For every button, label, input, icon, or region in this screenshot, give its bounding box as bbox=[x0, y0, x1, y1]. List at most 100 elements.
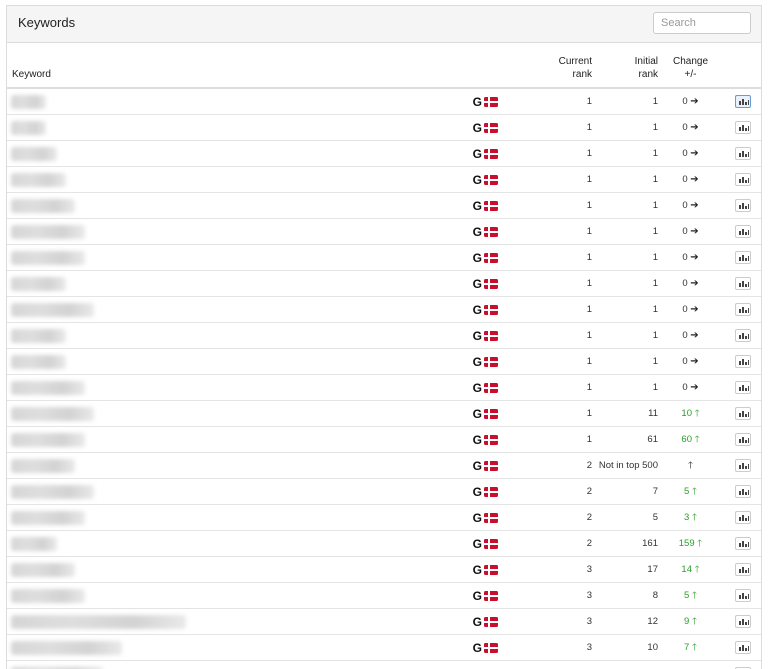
engine-cell: G bbox=[412, 556, 502, 583]
chart-button[interactable] bbox=[735, 433, 751, 446]
chart-button[interactable] bbox=[735, 355, 751, 368]
arrow-up-icon: 🡑 bbox=[691, 485, 697, 497]
chart-button[interactable] bbox=[735, 459, 751, 472]
table-row: G110 ➔ bbox=[7, 192, 761, 219]
chart-button[interactable] bbox=[735, 251, 751, 264]
arrow-up-icon: 🡑 bbox=[694, 563, 700, 575]
table-header-row: Keyword Current rank Initial rank Change +/… bbox=[7, 43, 761, 89]
change-cell: 0 ➔ bbox=[658, 166, 723, 193]
initial-rank-cell: 161 bbox=[592, 530, 658, 557]
chart-button[interactable] bbox=[735, 589, 751, 602]
chart-button[interactable] bbox=[735, 511, 751, 524]
current-rank-cell: 1 bbox=[502, 348, 592, 375]
denmark-flag-icon bbox=[484, 278, 498, 289]
keyword-text-redacted bbox=[11, 406, 94, 421]
denmark-flag-icon bbox=[484, 252, 498, 263]
arrow-up-icon: 🡑 bbox=[691, 589, 697, 601]
chart-button[interactable] bbox=[735, 407, 751, 420]
arrow-up-icon: 🡑 bbox=[688, 459, 693, 471]
denmark-flag-icon bbox=[484, 564, 498, 575]
keyword-text-redacted bbox=[11, 94, 46, 109]
chart-cell bbox=[723, 426, 761, 453]
arrow-right-icon: ➔ bbox=[690, 174, 699, 185]
change-cell: 10 🡑 bbox=[658, 400, 723, 427]
chart-button[interactable] bbox=[735, 615, 751, 628]
denmark-flag-icon bbox=[484, 96, 498, 107]
keyword-text-redacted bbox=[11, 588, 85, 603]
denmark-flag-icon bbox=[484, 642, 498, 653]
table-row: G275 🡑 bbox=[7, 478, 761, 505]
engine-cell: G bbox=[412, 244, 502, 271]
column-header-initial-rank[interactable]: Initial rank bbox=[592, 43, 658, 89]
table-row: G352 🡑 bbox=[7, 660, 761, 669]
engine-cell: G bbox=[412, 400, 502, 427]
chart-button[interactable] bbox=[735, 173, 751, 186]
keyword-cell bbox=[7, 374, 412, 401]
change-cell: 0 ➔ bbox=[658, 88, 723, 115]
change-value: 7 bbox=[684, 641, 690, 653]
current-rank-cell: 2 bbox=[502, 478, 592, 505]
google-g-icon: G bbox=[472, 172, 482, 187]
current-rank-cell: 2 bbox=[502, 504, 592, 531]
google-g-icon: G bbox=[472, 640, 482, 655]
initial-rank-cell: 61 bbox=[592, 426, 658, 453]
chart-button[interactable] bbox=[735, 485, 751, 498]
change-value: 0 bbox=[682, 330, 688, 341]
chart-button[interactable] bbox=[735, 563, 751, 576]
change-cell: 0 ➔ bbox=[658, 192, 723, 219]
chart-button[interactable] bbox=[735, 381, 751, 394]
initial-rank-cell: Not in top 500 bbox=[592, 452, 658, 479]
chart-cell bbox=[723, 582, 761, 609]
table-row: G110 ➔ bbox=[7, 114, 761, 141]
chart-button[interactable] bbox=[735, 147, 751, 160]
change-cell: 60 🡑 bbox=[658, 426, 723, 453]
engine-cell: G bbox=[412, 452, 502, 479]
change-value: 14 bbox=[681, 563, 692, 575]
current-rank-cell: 1 bbox=[586, 96, 592, 107]
denmark-flag-icon bbox=[484, 174, 498, 185]
change-cell: 9 🡑 bbox=[658, 608, 723, 635]
google-g-icon: G bbox=[472, 354, 482, 369]
current-rank-cell: 2 bbox=[502, 452, 592, 479]
chart-cell bbox=[723, 400, 761, 427]
initial-rank-cell: 1 bbox=[592, 244, 658, 271]
chart-button[interactable] bbox=[735, 199, 751, 212]
keyword-cell bbox=[7, 348, 412, 375]
keyword-cell bbox=[7, 270, 412, 297]
chart-button[interactable] bbox=[735, 95, 751, 108]
chart-cell bbox=[723, 478, 761, 505]
keyword-text-redacted bbox=[11, 510, 85, 525]
keyword-cell bbox=[7, 88, 412, 115]
denmark-flag-icon bbox=[484, 512, 498, 523]
chart-button[interactable] bbox=[735, 303, 751, 316]
column-header-change[interactable]: Change +/- bbox=[658, 43, 723, 89]
denmark-flag-icon bbox=[484, 408, 498, 419]
chart-cell bbox=[723, 322, 761, 349]
denmark-flag-icon bbox=[484, 330, 498, 341]
table-row: G110 ➔ bbox=[7, 244, 761, 271]
chart-button[interactable] bbox=[735, 537, 751, 550]
current-rank-cell: 3 bbox=[502, 660, 592, 669]
engine-cell: G bbox=[412, 608, 502, 635]
google-g-icon: G bbox=[472, 588, 482, 603]
denmark-flag-icon bbox=[484, 200, 498, 211]
current-rank-cell: 1 bbox=[502, 374, 592, 401]
chart-button[interactable] bbox=[735, 225, 751, 238]
panel-header: Keywords bbox=[7, 6, 761, 43]
current-rank-cell: 1 bbox=[502, 270, 592, 297]
table-row: G110 ➔ bbox=[7, 140, 761, 167]
current-rank-cell: 3 bbox=[502, 608, 592, 635]
column-header-keyword[interactable]: Keyword bbox=[7, 43, 412, 89]
change-value: 0 bbox=[682, 226, 688, 237]
denmark-flag-icon bbox=[484, 590, 498, 601]
chart-button[interactable] bbox=[735, 121, 751, 134]
chart-button[interactable] bbox=[735, 641, 751, 654]
arrow-right-icon: ➔ bbox=[690, 148, 699, 159]
google-g-icon: G bbox=[472, 380, 482, 395]
chart-button[interactable] bbox=[735, 329, 751, 342]
chart-button[interactable] bbox=[735, 277, 751, 290]
keyword-cell bbox=[7, 426, 412, 453]
column-header-current-rank[interactable]: Current rank bbox=[502, 43, 592, 89]
table-row: G 3 12 9 🡑 bbox=[7, 608, 761, 635]
search-input[interactable] bbox=[653, 12, 751, 34]
